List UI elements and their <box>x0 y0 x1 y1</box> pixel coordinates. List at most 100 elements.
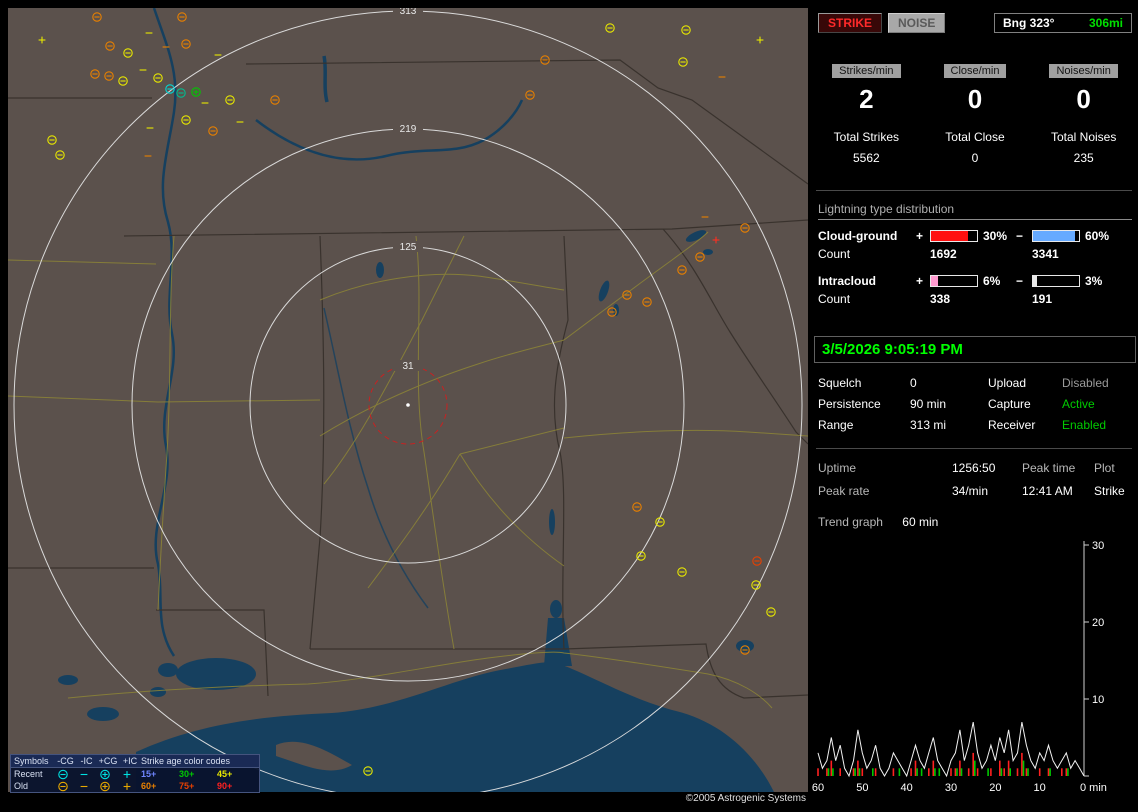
legend-col-neg-cg: -CG <box>55 755 76 767</box>
divider <box>816 448 1132 449</box>
map-panel[interactable]: 313 219 125 31 Symbols -CG -IC +CG +IC Stri… <box>8 8 808 792</box>
capture-state: Active <box>1062 397 1136 411</box>
cloud-ground-label: Cloud-ground <box>818 229 916 243</box>
legend-symbols-title: Symbols <box>11 755 55 767</box>
upload-state: Disabled <box>1062 376 1136 390</box>
svg-text:50: 50 <box>856 782 868 794</box>
uptime-value: 1256:50 <box>952 461 1022 475</box>
ic-minus-bar <box>1032 275 1080 287</box>
cg-plus-percent: 30% <box>980 229 1016 243</box>
recent-cg-minus-icon <box>55 769 76 780</box>
age-code-15: 15+ <box>141 768 179 780</box>
legend-old-label: Old <box>11 780 55 792</box>
range-value: 313 mi <box>910 418 988 432</box>
total-noises-value: 235 <box>1074 151 1094 165</box>
plot-value: Strike <box>1094 484 1138 498</box>
bearing-distance: 306mi <box>1089 16 1123 30</box>
persistence-value: 90 min <box>910 397 988 411</box>
close-per-min-value: 0 <box>968 84 982 115</box>
legend-age-title: Strike age color codes <box>141 755 257 767</box>
total-value-row: 5562 0 235 <box>812 151 1138 165</box>
sensor-marker <box>406 403 410 407</box>
age-code-60: 60+ <box>141 780 179 792</box>
bearing-display: Bng 323° 306mi <box>994 13 1132 33</box>
minus-sign: − <box>1016 274 1032 288</box>
age-code-90: 90+ <box>217 780 257 792</box>
total-noises-label: Total Noises <box>1051 130 1116 144</box>
squelch-value: 0 <box>910 376 988 390</box>
count-label: Count <box>818 247 916 261</box>
legend-header-row: Symbols -CG -IC +CG +IC Strike age color… <box>11 755 259 768</box>
peak-rate-value: 34/min <box>952 484 1022 498</box>
svg-text:10: 10 <box>1092 694 1104 706</box>
persistence-label: Persistence <box>818 397 910 411</box>
old-ic-minus-icon <box>76 781 97 792</box>
plus-sign: + <box>916 274 930 288</box>
total-label-row: Total Strikes Total Close Total Noises <box>812 130 1138 144</box>
cg-minus-count: 3341 <box>1032 247 1082 261</box>
count-label: Count <box>818 292 916 306</box>
clock-display: 3/5/2026 9:05:19 PM <box>814 336 1136 363</box>
svg-text:10: 10 <box>1034 782 1046 794</box>
cloud-ground-count-row: Count 1692 3341 <box>818 247 1132 261</box>
recent-ic-plus-icon <box>119 769 141 780</box>
cloud-ground-row: Cloud-ground + 30% − 60% <box>818 229 1132 243</box>
ic-plus-count: 338 <box>930 292 980 306</box>
svg-text:313: 313 <box>400 8 417 17</box>
old-cg-minus-icon <box>55 781 76 792</box>
capture-label: Capture <box>988 397 1062 411</box>
legend-recent-label: Recent <box>11 768 55 780</box>
cg-plus-count: 1692 <box>930 247 980 261</box>
total-strikes-label: Total Strikes <box>834 130 899 144</box>
cg-plus-bar <box>930 230 978 242</box>
legend-col-pos-cg: +CG <box>97 755 119 767</box>
distribution-section: Lightning type distribution Cloud-ground… <box>818 202 1132 319</box>
svg-text:31: 31 <box>402 361 414 372</box>
legend-old-row: Old 60+ 75+ 90+ <box>11 780 259 792</box>
age-code-45: 45+ <box>217 768 257 780</box>
noises-per-min-chip: Noises/min <box>1049 64 1117 78</box>
map-legend: Symbols -CG -IC +CG +IC Strike age color… <box>10 754 260 793</box>
uptime-label: Uptime <box>818 461 952 475</box>
ic-minus-percent: 3% <box>1082 274 1112 288</box>
peak-rate-label: Peak rate <box>818 484 952 498</box>
map-canvas[interactable]: 313 219 125 31 <box>8 8 808 792</box>
trend-graph-header: Trend graph 60 min <box>818 515 938 529</box>
receiver-state: Enabled <box>1062 418 1136 432</box>
age-code-75: 75+ <box>179 780 217 792</box>
legend-col-pos-ic: +IC <box>119 755 141 767</box>
intracloud-row: Intracloud + 6% − 3% <box>818 274 1132 288</box>
svg-text:219: 219 <box>400 124 417 135</box>
cg-minus-percent: 60% <box>1082 229 1112 243</box>
minus-sign: − <box>1016 229 1032 243</box>
upload-label: Upload <box>988 376 1062 390</box>
close-per-min-chip: Close/min <box>944 64 1007 78</box>
divider <box>816 190 1132 191</box>
receiver-label: Receiver <box>988 418 1062 432</box>
trend-graph-window: 60 min <box>902 515 938 529</box>
rate-value-row: 2 0 0 <box>812 84 1138 115</box>
ic-plus-percent: 6% <box>980 274 1016 288</box>
rate-chip-row: Strikes/min Close/min Noises/min <box>812 64 1138 78</box>
toolbar: STRIKE NOISE Bng 323° 306mi <box>818 13 1132 33</box>
strike-button[interactable]: STRIKE <box>818 13 882 33</box>
noise-button[interactable]: NOISE <box>888 13 945 33</box>
svg-text:60: 60 <box>812 782 824 794</box>
recent-ic-minus-icon <box>76 769 97 780</box>
app-window: 313 219 125 31 Symbols -CG -IC +CG +IC Stri… <box>0 0 1138 812</box>
svg-text:125: 125 <box>400 242 417 253</box>
svg-text:30: 30 <box>1092 540 1104 552</box>
side-panel: STRIKE NOISE Bng 323° 306mi Strikes/min … <box>812 0 1138 812</box>
peak-time-value: 12:41 AM <box>1022 484 1094 498</box>
session-grid: Uptime 1256:50 Peak time Plot Peak rate … <box>818 461 1138 498</box>
trend-chart: 3020106050403020100 min <box>812 536 1138 798</box>
plot-label: Plot <box>1094 461 1138 475</box>
cg-minus-bar <box>1032 230 1080 242</box>
trend-graph-label: Trend graph <box>818 515 883 529</box>
range-label: Range <box>818 418 910 432</box>
legend-col-neg-ic: -IC <box>76 755 97 767</box>
svg-text:20: 20 <box>989 782 1001 794</box>
total-strikes-value: 5562 <box>853 151 880 165</box>
peak-time-label: Peak time <box>1022 461 1094 475</box>
legend-recent-row: Recent 15+ 30+ 45+ <box>11 768 259 780</box>
